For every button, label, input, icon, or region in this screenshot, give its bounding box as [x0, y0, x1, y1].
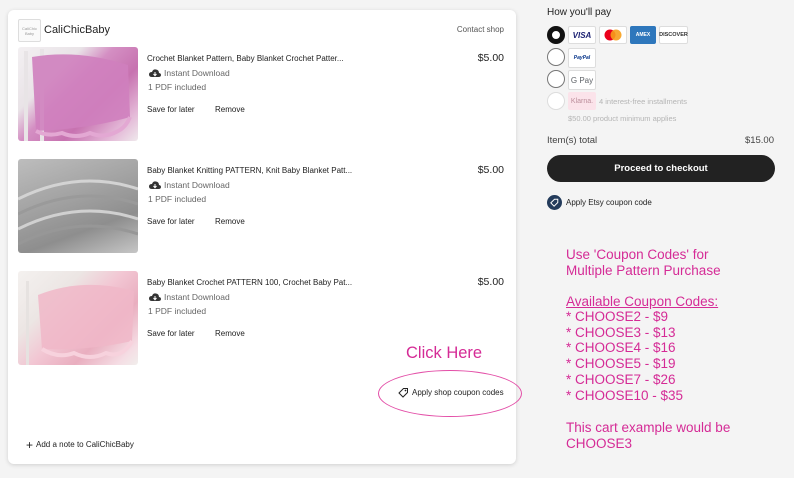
save-for-later-button[interactable]: Save for later [147, 105, 195, 114]
mastercard-logo [599, 26, 627, 44]
coupon-code-line: * CHOOSE2 - $9 [566, 309, 669, 324]
apply-etsy-coupon-label: Apply Etsy coupon code [566, 198, 652, 207]
items-total-label: Item(s) total [547, 135, 598, 146]
shop-logo[interactable]: CaliChic Baby [18, 19, 41, 42]
coupon-code-line: * CHOOSE10 - $35 [566, 388, 684, 403]
remove-button[interactable]: Remove [215, 105, 245, 114]
mastercard-icon [604, 29, 622, 41]
cloud-download-icon [149, 292, 161, 301]
example-line-2: CHOOSE3 [566, 436, 633, 451]
gpay-radio[interactable] [547, 70, 565, 88]
plus-icon: + [26, 437, 34, 452]
add-note-label: Add a note to CaliChicBaby [36, 440, 134, 449]
cart-item: Baby Blanket Knitting PATTERN, Knit Baby… [18, 159, 508, 259]
item-title-link[interactable]: Crochet Blanket Pattern, Baby Blanket Cr… [147, 54, 344, 63]
payment-heading: How you'll pay [547, 7, 612, 18]
contact-shop-link[interactable]: Contact shop [457, 25, 504, 34]
paypal-logo: PayPal [568, 48, 596, 68]
instant-download-label: Instant Download [164, 292, 230, 302]
remove-button[interactable]: Remove [215, 217, 245, 226]
cloud-download-icon [149, 180, 161, 189]
coupon-tag-icon [547, 195, 562, 210]
visa-logo: VISA [568, 26, 596, 44]
amex-logo: AMEX [630, 26, 656, 44]
pdf-count: 1 PDF included [148, 194, 207, 204]
pink-blanket-image [24, 49, 132, 141]
remove-button[interactable]: Remove [215, 329, 245, 338]
pdf-count: 1 PDF included [148, 306, 207, 316]
item-thumbnail[interactable] [18, 271, 138, 365]
annotation-line-1: Use 'Coupon Codes' for [566, 247, 709, 262]
apply-shop-coupon-button[interactable]: Apply shop coupon codes [398, 387, 504, 398]
add-note-button[interactable]: + Add a note to CaliChicBaby [26, 437, 134, 452]
coupon-code-line: * CHOOSE5 - $19 [566, 356, 676, 371]
item-title-link[interactable]: Baby Blanket Crochet PATTERN 100, Croche… [147, 278, 352, 287]
cloud-download-icon [149, 68, 161, 77]
pdf-count: 1 PDF included [148, 82, 207, 92]
apply-etsy-coupon-button[interactable]: Apply Etsy coupon code [547, 195, 652, 210]
coupon-code-line: * CHOOSE4 - $16 [566, 340, 676, 355]
item-price: $5.00 [477, 52, 504, 64]
instant-download-info: Instant Download [149, 292, 230, 302]
item-title-link[interactable]: Baby Blanket Knitting PATTERN, Knit Baby… [147, 166, 352, 175]
instant-download-info: Instant Download [149, 180, 230, 190]
tag-icon [398, 388, 408, 398]
coupon-code-line: * CHOOSE7 - $26 [566, 372, 676, 387]
click-here-annotation: Click Here [406, 344, 483, 362]
paypal-radio[interactable] [547, 48, 565, 66]
item-price: $5.00 [477, 164, 504, 176]
instant-download-label: Instant Download [164, 68, 230, 78]
klarna-installments-text: 4 interest-free installments [599, 97, 687, 106]
card-payment-radio[interactable] [547, 26, 565, 44]
klarna-minimum-text: $50.00 product minimum applies [568, 114, 677, 123]
item-price: $5.00 [477, 276, 504, 288]
discover-logo: DISCOVER [659, 26, 688, 44]
klarna-logo: Klarna. [568, 92, 596, 110]
apply-shop-coupon-label: Apply shop coupon codes [412, 388, 504, 397]
available-codes-heading: Available Coupon Codes: [566, 294, 719, 309]
light-pink-blanket-image [26, 281, 134, 365]
gray-blanket-image [18, 179, 138, 246]
instant-download-label: Instant Download [164, 180, 230, 190]
save-for-later-button[interactable]: Save for later [147, 329, 195, 338]
coupon-code-line: * CHOOSE3 - $13 [566, 325, 676, 340]
item-thumbnail[interactable] [18, 47, 138, 141]
proceed-to-checkout-button[interactable]: Proceed to checkout [547, 155, 775, 182]
annotation-line-2: Multiple Pattern Purchase [566, 263, 721, 278]
save-for-later-button[interactable]: Save for later [147, 217, 195, 226]
item-thumbnail[interactable] [18, 159, 138, 253]
cart-item: Crochet Blanket Pattern, Baby Blanket Cr… [18, 47, 508, 147]
shop-name[interactable]: CaliChicBaby [44, 24, 110, 36]
instant-download-info: Instant Download [149, 68, 230, 78]
example-line-1: This cart example would be [566, 420, 731, 435]
klarna-radio[interactable] [547, 92, 565, 110]
gpay-logo: G Pay [568, 70, 596, 90]
items-total-value: $15.00 [744, 135, 774, 146]
